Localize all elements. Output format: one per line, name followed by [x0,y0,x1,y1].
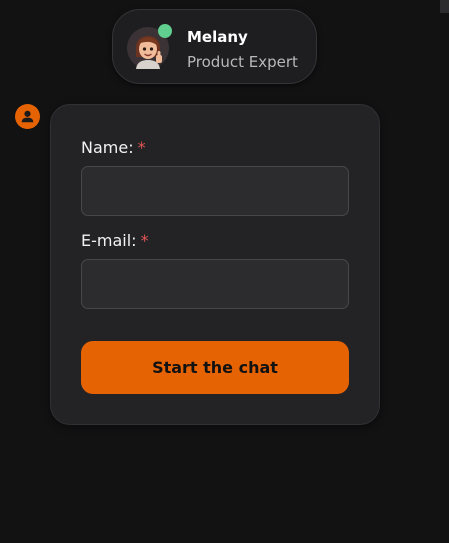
scrollbar-thumb[interactable] [440,0,449,13]
name-label-text: Name: [81,138,134,157]
user-avatar-icon [15,104,40,129]
start-chat-button[interactable]: Start the chat [81,341,349,394]
online-status-dot [158,24,172,38]
agent-header-card: Melany Product Expert [112,9,317,84]
chat-start-form: Name: * E-mail: * Start the chat [50,104,380,425]
name-required-marker: * [137,138,146,157]
email-label: E-mail: * [81,231,149,250]
name-input[interactable] [81,166,349,216]
email-label-text: E-mail: [81,231,137,250]
name-label: Name: * [81,138,146,157]
email-input[interactable] [81,259,349,309]
agent-name: Melany [187,28,248,46]
agent-role: Product Expert [187,53,298,71]
email-required-marker: * [140,231,149,250]
